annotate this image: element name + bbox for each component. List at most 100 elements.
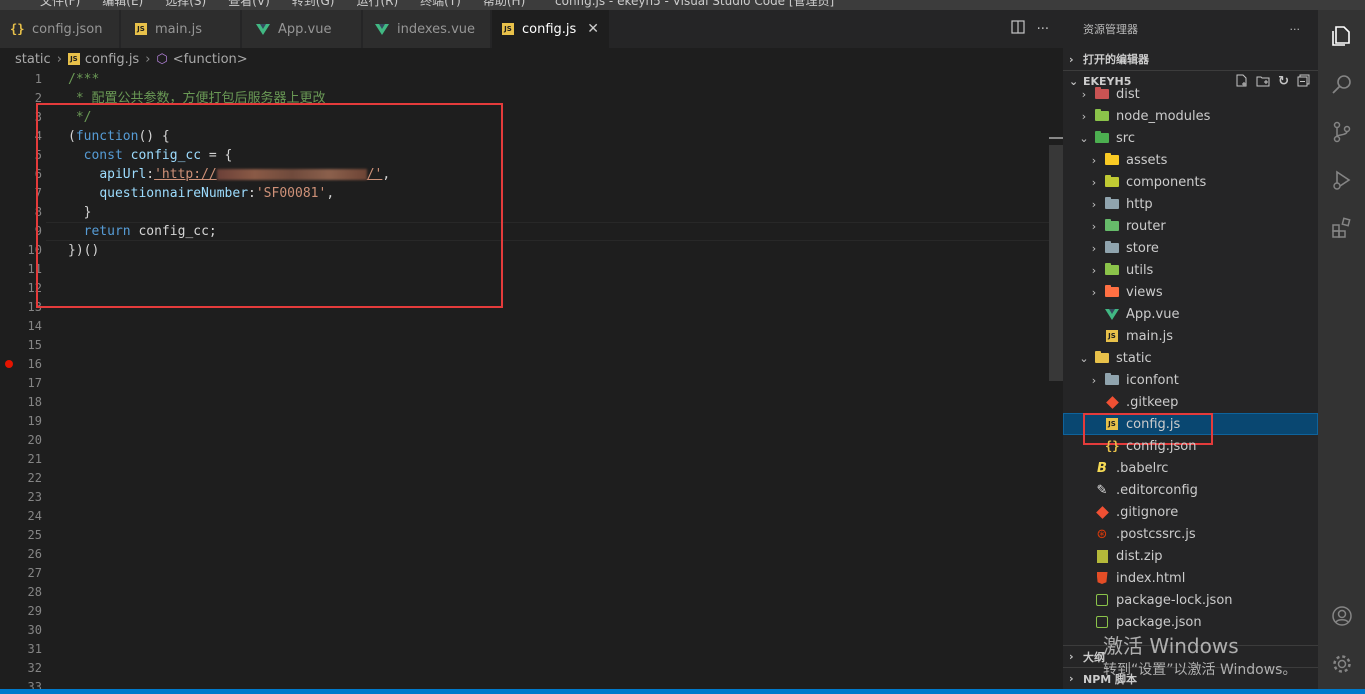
line-number: 18 [27, 395, 42, 409]
open-editors-section[interactable]: › 打开的编辑器 [1063, 48, 1318, 70]
menu-item[interactable]: 终端(T) [420, 0, 461, 8]
tree-item-config-js[interactable]: JS config.js [1063, 413, 1318, 445]
code-editor[interactable]: 1 2 3 4 5 6 7 8 9 10 11 12 13 14 15 16 17 18 19 20 21 22 23 24 2… [0, 70, 1063, 689]
run-debug-icon[interactable] [1318, 156, 1365, 204]
menu-item[interactable]: 查看(V) [228, 0, 270, 8]
account-icon[interactable] [1318, 592, 1365, 640]
tree-item-views[interactable]: › views [1063, 281, 1318, 303]
folder-open-icon [1094, 351, 1110, 365]
postcss-icon: ⊛ [1096, 526, 1108, 542]
tab-indexes-vue[interactable]: indexes.vue [363, 10, 491, 48]
tree-item-node-modules[interactable]: › node_modules [1063, 105, 1318, 127]
line-number: 25 [27, 528, 42, 542]
tree-item-components[interactable]: › components [1063, 171, 1318, 193]
breadcrumb-folder[interactable]: static [15, 52, 51, 67]
tab-app-vue[interactable]: App.vue [242, 10, 362, 48]
tree-item-gitignore[interactable]: .gitignore [1063, 501, 1318, 523]
menu-bar: 文件(F) 编辑(E) 选择(S) 查看(V) 转到(G) 运行(R) 终端(T) 帮助(H) [40, 0, 547, 9]
tree-item-editorconfig[interactable]: ✎ .editorconfig [1063, 479, 1318, 501]
line-number: 14 [27, 319, 42, 333]
split-editor-icon[interactable] [1010, 20, 1025, 38]
menu-item[interactable]: 运行(R) [356, 0, 398, 8]
tree-item-src[interactable]: ⌄ src [1063, 127, 1318, 149]
tree-item-http[interactable]: › http [1063, 193, 1318, 215]
tab-config-js[interactable]: JS config.js ✕ [492, 10, 610, 48]
tree-item-static[interactable]: ⌄ static [1063, 347, 1318, 369]
tree-item-postcssrc-js[interactable]: ⊛ .postcssrc.js [1063, 523, 1318, 545]
tree-item-store[interactable]: › store [1063, 237, 1318, 259]
tree-item-babelrc[interactable]: B .babelrc [1063, 457, 1318, 479]
tree-item-gitkeep[interactable]: .gitkeep [1063, 391, 1318, 413]
tree-item-label: package-lock.json [1116, 592, 1233, 608]
tree-item-utils[interactable]: › utils [1063, 259, 1318, 281]
vue-icon [375, 23, 389, 35]
folder-icon [1094, 109, 1110, 123]
line-number: 27 [27, 566, 42, 580]
line-number: 23 [27, 490, 42, 504]
folder-icon [1104, 175, 1120, 189]
git-icon [1094, 505, 1110, 519]
tree-item-router[interactable]: › router [1063, 215, 1318, 237]
tree-item-package-json[interactable]: package.json [1063, 611, 1318, 633]
js-icon: JS [502, 23, 514, 35]
js-icon: JS [67, 53, 80, 65]
menu-item[interactable]: 文件(F) [40, 0, 80, 8]
tab-label: App.vue [278, 21, 332, 37]
tree-item-app-vue[interactable]: App.vue [1063, 303, 1318, 325]
more-actions-icon[interactable]: ··· [1290, 23, 1301, 36]
explorer-title: 资源管理器 [1083, 23, 1138, 36]
tree-item-label: utils [1126, 262, 1154, 278]
gear-icon[interactable] [1318, 640, 1365, 688]
vue-icon [256, 23, 270, 35]
folder-icon [1104, 263, 1120, 277]
more-actions-icon[interactable]: ··· [1037, 22, 1049, 37]
explorer-header: 资源管理器 ··· [1063, 10, 1318, 48]
chevron-right-icon: › [1091, 373, 1097, 387]
folder-icon [1104, 285, 1120, 299]
tree-item-label: .gitkeep [1126, 394, 1179, 410]
folder-icon [1104, 219, 1120, 233]
tree-item-label: App.vue [1126, 306, 1180, 322]
js-icon: JS [1104, 329, 1120, 343]
breakpoint-icon[interactable] [5, 360, 13, 368]
chevron-right-icon: › [1091, 197, 1097, 211]
search-icon[interactable] [1318, 60, 1365, 108]
tab-main-js[interactable]: JS main.js [121, 10, 241, 48]
outline-section[interactable]: › 大纲 [1063, 645, 1318, 667]
breadcrumb-file[interactable]: config.js [85, 52, 139, 67]
menu-item[interactable]: 帮助(H) [483, 0, 525, 8]
explorer-icon[interactable] [1318, 12, 1365, 60]
chevron-right-icon: › [1091, 153, 1097, 167]
tree-item-iconfont[interactable]: › iconfont [1063, 369, 1318, 391]
line-number: 21 [27, 452, 42, 466]
tree-item-dist-zip[interactable]: dist.zip [1063, 545, 1318, 567]
status-bar [0, 689, 1365, 694]
tree-item-config-json[interactable]: {} config.json [1063, 435, 1318, 457]
scrollbar-thumb[interactable] [1049, 145, 1063, 381]
chevron-right-icon: › [1069, 52, 1074, 66]
tree-item-assets[interactable]: › assets [1063, 149, 1318, 171]
extensions-icon[interactable] [1318, 204, 1365, 252]
npm-scripts-section[interactable]: › NPM 脚本 [1063, 667, 1318, 689]
line-number: 28 [27, 585, 42, 599]
chevron-right-icon: › [1069, 672, 1074, 685]
close-icon[interactable]: ✕ [587, 21, 599, 37]
tree-item-main-js[interactable]: JS main.js [1063, 325, 1318, 347]
tab-config-json[interactable]: {} config.json [0, 10, 120, 48]
html-icon [1094, 571, 1110, 585]
breadcrumb-symbol[interactable]: <function> [173, 52, 248, 67]
folder-open-icon [1094, 131, 1110, 145]
tree-item-label: package.json [1116, 614, 1202, 630]
menu-item[interactable]: 选择(S) [165, 0, 206, 8]
menu-item[interactable]: 转到(G) [292, 0, 335, 8]
tab-label: indexes.vue [397, 21, 475, 37]
chevron-right-icon: › [1069, 650, 1074, 663]
menu-item[interactable]: 编辑(E) [102, 0, 143, 8]
folder-icon [1104, 197, 1120, 211]
tree-item-dist[interactable]: › dist [1063, 83, 1318, 105]
source-control-icon[interactable] [1318, 108, 1365, 156]
tree-item-label: iconfont [1126, 372, 1179, 388]
tree-item-index-html[interactable]: index.html [1063, 567, 1318, 589]
line-number: 22 [27, 471, 42, 485]
tree-item-package-lock-json[interactable]: package-lock.json [1063, 589, 1318, 611]
